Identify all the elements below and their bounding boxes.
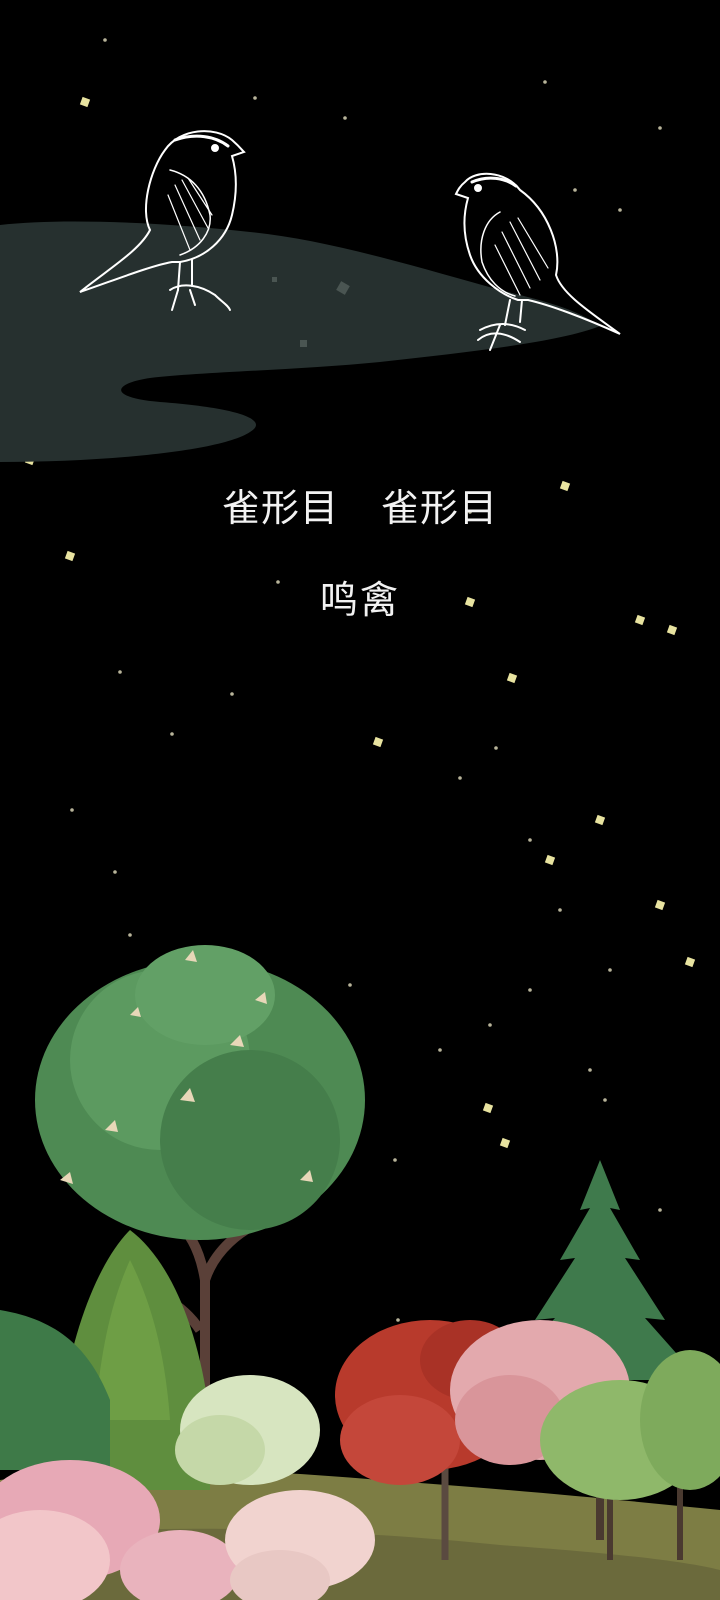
star xyxy=(658,1208,662,1212)
star xyxy=(543,80,547,84)
star xyxy=(113,870,117,874)
star xyxy=(588,1068,592,1072)
star xyxy=(396,1318,400,1322)
star xyxy=(438,1048,442,1052)
star xyxy=(488,1023,492,1027)
star xyxy=(468,510,472,514)
star xyxy=(343,116,347,120)
star xyxy=(253,96,257,100)
star xyxy=(618,208,622,212)
star xyxy=(603,1098,607,1102)
star xyxy=(528,838,532,842)
star xyxy=(348,983,352,987)
star xyxy=(128,933,132,937)
star xyxy=(658,126,662,130)
game-scene xyxy=(0,0,720,1600)
star xyxy=(230,692,234,696)
star xyxy=(528,988,532,992)
star xyxy=(276,580,280,584)
star xyxy=(103,38,107,42)
star xyxy=(70,808,74,812)
star xyxy=(393,1158,397,1162)
star xyxy=(558,908,562,912)
star xyxy=(118,670,122,674)
star xyxy=(458,776,462,780)
star xyxy=(608,968,612,972)
star xyxy=(170,732,174,736)
star xyxy=(494,746,498,750)
star xyxy=(573,188,577,192)
